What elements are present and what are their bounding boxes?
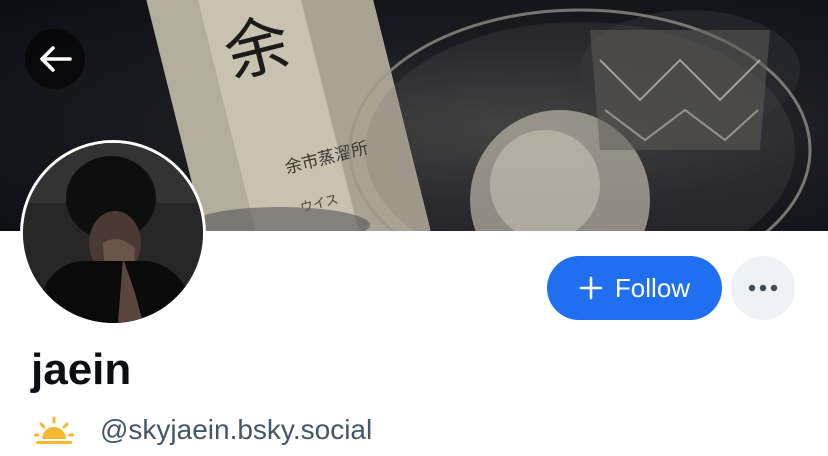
ellipsis-icon: [748, 284, 778, 292]
more-options-button[interactable]: [731, 256, 795, 320]
avatar[interactable]: [20, 140, 206, 326]
follow-label: Follow: [614, 272, 691, 303]
handle-text: @skyjaein.bsky.social: [100, 414, 373, 445]
follow-button[interactable]: Follow: [547, 256, 722, 320]
handle-row: @skyjaein.bsky.social: [34, 411, 372, 449]
avatar-photo: [23, 143, 203, 323]
arrow-left-icon: [40, 46, 72, 72]
display-name: jaein: [31, 345, 132, 394]
back-button[interactable]: [25, 29, 85, 89]
plus-icon: [579, 276, 603, 300]
sunrise-icon: [34, 416, 74, 444]
